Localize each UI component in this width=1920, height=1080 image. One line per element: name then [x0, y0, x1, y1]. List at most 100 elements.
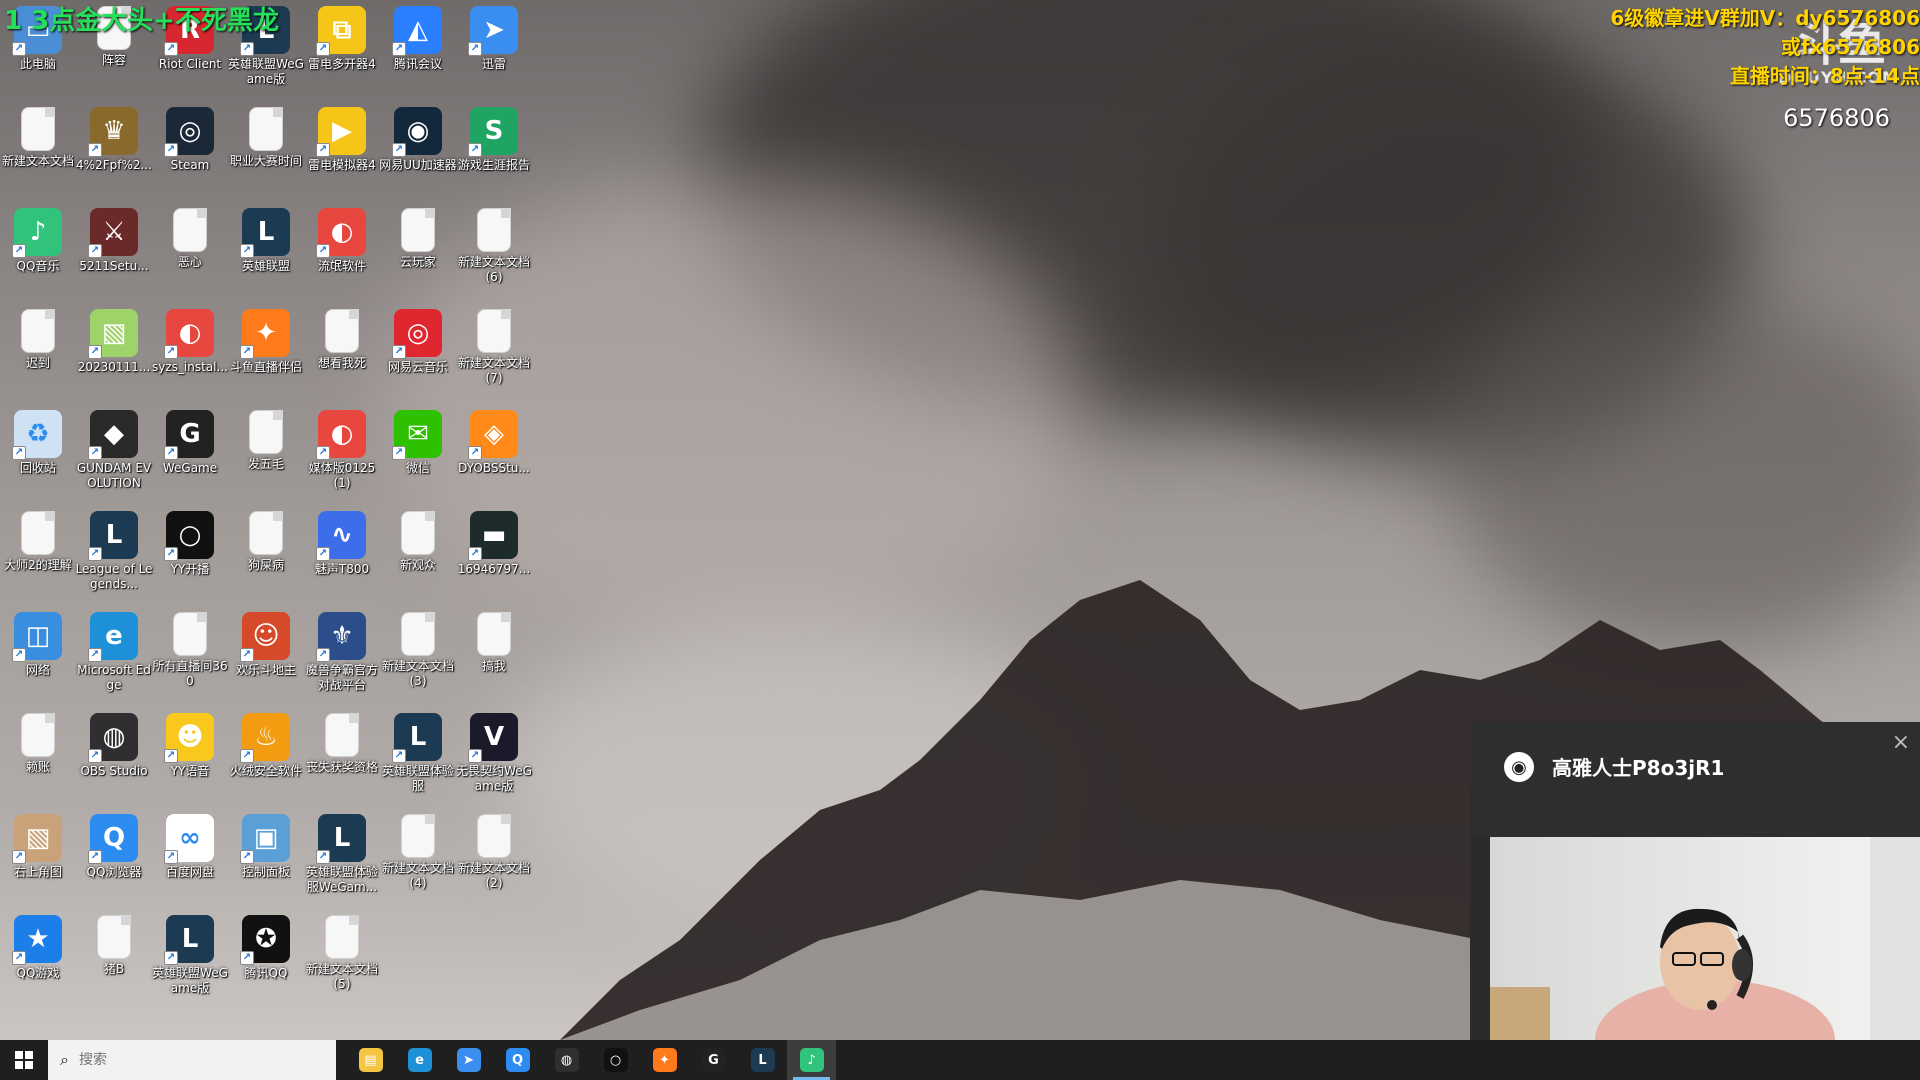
taskbar-search[interactable]: ⌕: [48, 1040, 336, 1080]
desktop-icon-item[interactable]: 所有直播间360: [152, 606, 228, 704]
desktop-icon-item[interactable]: ♪ ↗ QQ音乐: [0, 202, 76, 300]
desktop-icon-item[interactable]: 搞我: [456, 606, 532, 704]
desktop-icon-item[interactable]: ◎ ↗ Steam: [152, 101, 228, 199]
desktop-icon-item[interactable]: 大师2的理解: [0, 505, 76, 603]
desktop-icon-item[interactable]: L ↗ 英雄联盟体验服: [380, 707, 456, 805]
desktop-icon-item[interactable]: ⧉ ↗ 雷电多开器4: [304, 0, 380, 98]
desktop-icon-item[interactable]: 新建文本文档(4): [380, 808, 456, 906]
taskbar-app-xunlei[interactable]: ➤: [444, 1040, 493, 1080]
desktop-icon-item[interactable]: Q ↗ QQ浏览器: [76, 808, 152, 906]
desktop-icon-item[interactable]: 新观众: [380, 505, 456, 603]
desktop-icon-item[interactable]: e ↗ Microsoft Edge: [76, 606, 152, 704]
desktop-icon-item[interactable]: 发五毛: [228, 404, 304, 502]
edge-icon: e ↗: [88, 612, 138, 662]
taskbar-app-qq-music[interactable]: ♪: [787, 1040, 836, 1080]
shortcut-arrow-icon: ↗: [240, 749, 254, 763]
document-icon: [325, 713, 359, 757]
shortcut-arrow-icon: ↗: [164, 749, 178, 763]
shortcut-arrow-icon: ↗: [316, 42, 330, 56]
desktop-icon-label: 控制面板: [241, 865, 290, 879]
desktop-icon-item[interactable]: ◐ ↗ syzs_instal...: [152, 303, 228, 401]
desktop-icon-item[interactable]: 新建文本文档(6): [456, 202, 532, 300]
desktop-icon-item[interactable]: ★ ↗ QQ游戏: [0, 909, 76, 1007]
desktop-icon-item[interactable]: ✦ ↗ 斗鱼直播伴侣: [228, 303, 304, 401]
desktop-icon-item[interactable]: ▬ ↗ 16946797...: [456, 505, 532, 603]
desktop-icon-item[interactable]: ∞ ↗ 百度网盘: [152, 808, 228, 906]
taskbar-app-edge[interactable]: e: [395, 1040, 444, 1080]
desktop-icon-item[interactable]: ➤ ↗ 迅雷: [456, 0, 532, 98]
ldplayer-icon: ▶ ↗: [316, 107, 366, 157]
desktop-icon-item[interactable]: ◍ ↗ OBS Studio: [76, 707, 152, 805]
desktop-icon-item[interactable]: ◎ ↗ 网易云音乐: [380, 303, 456, 401]
desktop-icon-label: 大师2的理解: [4, 558, 72, 572]
taskbar-app-yy-live[interactable]: ○: [591, 1040, 640, 1080]
desktop-icon-item[interactable]: ♨ ↗ 火绒安全软件: [228, 707, 304, 805]
wegame-icon: G ↗: [164, 410, 214, 460]
desktop-icon-label: 网易云音乐: [387, 360, 448, 374]
desktop-icon-item[interactable]: ○ ↗ YY开播: [152, 505, 228, 603]
desktop-icon-item[interactable]: ◈ ↗ DYOBSStu...: [456, 404, 532, 502]
desktop-icon-item[interactable]: ✉ ↗ 微信: [380, 404, 456, 502]
qq-game-icon: ★ ↗: [12, 915, 62, 965]
desktop-icon-item[interactable]: L ↗ League of Legends...: [76, 505, 152, 603]
desktop-icon-label: League of Legends...: [75, 562, 153, 591]
desktop-icon-item[interactable]: ▧ ↗ 右上角图: [0, 808, 76, 906]
desktop-icon-item[interactable]: ∿ ↗ 魅声T800: [304, 505, 380, 603]
desktop-icon-item[interactable]: ▣ ↗ 控制面板: [228, 808, 304, 906]
shortcut-arrow-icon: ↗: [392, 345, 406, 359]
desktop-icon-item[interactable]: 狗屎病: [228, 505, 304, 603]
desktop-icon-item[interactable]: 恶心: [152, 202, 228, 300]
desktop-icon-item[interactable]: L ↗ 英雄联盟WeGame版: [152, 909, 228, 1007]
desktop-icon-item[interactable]: ⚜ ↗ 魔兽争霸官方对战平台: [304, 606, 380, 704]
desktop-icon-item[interactable]: ◐ ↗ 媒体版0125(1): [304, 404, 380, 502]
taskbar-app-qq-browser[interactable]: Q: [493, 1040, 542, 1080]
desktop-icon-item[interactable]: L ↗ 英雄联盟: [228, 202, 304, 300]
desktop-icon-item[interactable]: G ↗ WeGame: [152, 404, 228, 502]
desktop-icon-item[interactable]: 新建文本文档(7): [456, 303, 532, 401]
desktop-icon-item[interactable]: ☻ ↗ YY语音: [152, 707, 228, 805]
desktop-icon-item[interactable]: 猪B: [76, 909, 152, 1007]
desktop-icon-item[interactable]: ♛ ↗ 4%2Fpf%2...: [76, 101, 152, 199]
taskbar-app-obs[interactable]: ◍: [542, 1040, 591, 1080]
desktop-icon-item[interactable]: ✪ ↗ 腾讯QQ: [228, 909, 304, 1007]
desktop-icon-label: 魅声T800: [314, 562, 370, 576]
desktop-icon-item[interactable]: 新建文本文档: [0, 101, 76, 199]
desktop-icon-item[interactable]: V ↗ 无畏契约WeGame版: [456, 707, 532, 805]
desktop-icon-item[interactable]: 新建文本文档(5): [304, 909, 380, 1007]
desktop-icon-item[interactable]: 职业大赛时间: [228, 101, 304, 199]
desktop-icon-item[interactable]: ◆ ↗ GUNDAM EVOLUTION: [76, 404, 152, 502]
taskbar-app-league-of-legends[interactable]: L: [738, 1040, 787, 1080]
desktop-icon-item[interactable]: 新建文本文档(2): [456, 808, 532, 906]
desktop-icon-label: 微信: [405, 461, 430, 475]
tencent-meeting-icon: ◭ ↗: [392, 6, 442, 56]
desktop-icon-item[interactable]: ⚔ ↗ 5211Setu...: [76, 202, 152, 300]
desktop-icon-item[interactable]: ◉ ↗ 网易UU加速器: [379, 101, 457, 199]
desktop-icon-item[interactable]: 迟到: [0, 303, 76, 401]
desktop-icon-item[interactable]: ◭ ↗ 腾讯会议: [380, 0, 456, 98]
spreadsheet-icon: S ↗: [468, 107, 518, 157]
desktop-icon-item[interactable]: S ↗ 游戏生涯报告: [456, 101, 532, 199]
taskbar-app-douyu-companion[interactable]: ✦: [640, 1040, 689, 1080]
qq-music-icon: ♪: [799, 1048, 824, 1072]
desktop-icon-item[interactable]: ♻ ↗ 回收站: [0, 404, 76, 502]
desktop-icon-item[interactable]: ▶ ↗ 雷电模拟器4: [304, 101, 380, 199]
desktop-icon-item[interactable]: ▧ ↗ 20230111...: [76, 303, 152, 401]
desktop-icon-item[interactable]: ◐ ↗ 流氓软件: [304, 202, 380, 300]
start-button[interactable]: [0, 1040, 48, 1080]
desktop-icon-item[interactable]: 新建文本文档(3): [380, 606, 456, 704]
desktop-icon-item[interactable]: 赖账: [0, 707, 76, 805]
search-input[interactable]: [78, 1052, 299, 1068]
taskbar-app-file-explorer[interactable]: ▤: [346, 1040, 395, 1080]
webcam-feed: [1490, 837, 1920, 1040]
desktop-icon-item[interactable]: L ↗ 英雄联盟体验服WeGam...: [304, 808, 380, 906]
desktop-icon-item[interactable]: 丧失获奖资格: [304, 707, 380, 805]
shortcut-arrow-icon: ↗: [468, 547, 482, 561]
close-icon[interactable]: ×: [1892, 730, 1910, 755]
desktop-icon-item[interactable]: ☺ ↗ 欢乐斗地主: [228, 606, 304, 704]
shortcut-arrow-icon: ↗: [240, 42, 254, 56]
desktop-icon-item[interactable]: 云玩家: [380, 202, 456, 300]
taskbar-app-wegame[interactable]: G: [689, 1040, 738, 1080]
desktop-icon-item[interactable]: ◫ ↗ 网络: [0, 606, 76, 704]
document-icon: [325, 309, 359, 353]
desktop-icon-item[interactable]: 想看我死: [304, 303, 380, 401]
